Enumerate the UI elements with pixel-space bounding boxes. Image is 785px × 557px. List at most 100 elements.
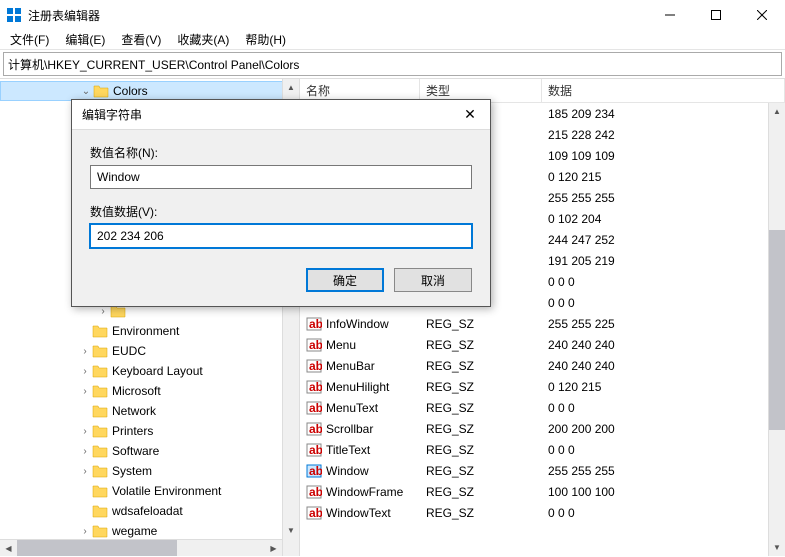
tree-expander[interactable]: › bbox=[78, 426, 92, 437]
edit-string-dialog: 编辑字符串 ✕ 数值名称(N): 数值数据(V): 确定 取消 bbox=[71, 99, 491, 307]
value-name: InfoWindow bbox=[326, 317, 389, 331]
value-data: 200 200 200 bbox=[548, 422, 615, 436]
window-title: 注册表编辑器 bbox=[28, 7, 647, 24]
list-row[interactable]: abWindowFrameREG_SZ100 100 100 bbox=[300, 481, 785, 502]
close-button[interactable] bbox=[739, 0, 785, 30]
menu-help[interactable]: 帮助(H) bbox=[245, 31, 286, 48]
menu-edit[interactable]: 编辑(E) bbox=[65, 31, 105, 48]
list-row[interactable]: abWindowTextREG_SZ0 0 0 bbox=[300, 502, 785, 523]
value-data: 109 109 109 bbox=[548, 149, 615, 163]
tree-item[interactable]: › Microsoft bbox=[0, 381, 299, 401]
scroll-down-button[interactable]: ▼ bbox=[769, 539, 785, 556]
tree-item[interactable]: › System bbox=[0, 461, 299, 481]
value-type: REG_SZ bbox=[426, 338, 474, 352]
tree-label: Environment bbox=[112, 324, 179, 338]
minimize-button[interactable] bbox=[647, 0, 693, 30]
value-name: MenuHilight bbox=[326, 380, 389, 394]
svg-text:ab: ab bbox=[309, 338, 322, 352]
scroll-thumb-h[interactable] bbox=[17, 540, 177, 556]
menu-favorites[interactable]: 收藏夹(A) bbox=[177, 31, 229, 48]
value-type: REG_SZ bbox=[426, 380, 474, 394]
tree-item[interactable]: ⌄Colors bbox=[0, 81, 299, 101]
value-data: 0 0 0 bbox=[548, 296, 575, 310]
tree-item[interactable]: › wegame bbox=[0, 521, 299, 541]
list-row[interactable]: abMenuTextREG_SZ0 0 0 bbox=[300, 397, 785, 418]
menu-bar: 文件(F) 编辑(E) 查看(V) 收藏夹(A) 帮助(H) bbox=[0, 30, 785, 50]
tree-scrollbar-horizontal[interactable]: ◀ ▶ bbox=[0, 539, 282, 556]
tree-expander[interactable]: › bbox=[78, 386, 92, 397]
tree-expander[interactable]: › bbox=[78, 446, 92, 457]
value-data: 191 205 219 bbox=[548, 254, 615, 268]
value-data: 255 255 225 bbox=[548, 317, 615, 331]
list-row[interactable]: abTitleTextREG_SZ0 0 0 bbox=[300, 439, 785, 460]
list-row[interactable]: abMenuBarREG_SZ240 240 240 bbox=[300, 355, 785, 376]
tree-expander[interactable]: › bbox=[78, 366, 92, 377]
tree-item[interactable]: Environment bbox=[0, 321, 299, 341]
tree-item[interactable]: Network bbox=[0, 401, 299, 421]
tree-label: System bbox=[112, 464, 152, 478]
value-name-field[interactable] bbox=[90, 165, 472, 189]
scroll-right-button[interactable]: ▶ bbox=[265, 540, 282, 556]
tree-label: wdsafeloadat bbox=[112, 504, 183, 518]
tree-item[interactable]: ›Keyboard Layout bbox=[0, 361, 299, 381]
value-data-field[interactable] bbox=[90, 224, 472, 248]
scroll-down-button[interactable]: ▼ bbox=[283, 522, 299, 539]
list-row[interactable]: abScrollbarREG_SZ200 200 200 bbox=[300, 418, 785, 439]
value-type: REG_SZ bbox=[426, 464, 474, 478]
tree-item[interactable]: › EUDC bbox=[0, 341, 299, 361]
svg-text:ab: ab bbox=[309, 485, 322, 499]
value-name: WindowFrame bbox=[326, 485, 403, 499]
cancel-button[interactable]: 取消 bbox=[394, 268, 472, 292]
dialog-titlebar: 编辑字符串 ✕ bbox=[72, 100, 490, 130]
scroll-left-button[interactable]: ◀ bbox=[0, 540, 17, 556]
value-name: MenuText bbox=[326, 401, 378, 415]
value-type: REG_SZ bbox=[426, 506, 474, 520]
ok-button[interactable]: 确定 bbox=[306, 268, 384, 292]
value-data: 0 120 215 bbox=[548, 170, 601, 184]
value-data: 240 240 240 bbox=[548, 359, 615, 373]
value-data: 0 0 0 bbox=[548, 401, 575, 415]
scroll-up-button[interactable]: ▲ bbox=[283, 79, 299, 96]
tree-expander[interactable]: ⌄ bbox=[79, 86, 93, 97]
menu-view[interactable]: 查看(V) bbox=[121, 31, 161, 48]
value-data: 240 240 240 bbox=[548, 338, 615, 352]
tree-expander[interactable]: › bbox=[78, 466, 92, 477]
tree-item[interactable]: ›Software bbox=[0, 441, 299, 461]
tree-item[interactable]: › Printers bbox=[0, 421, 299, 441]
value-data: 0 0 0 bbox=[548, 275, 575, 289]
tree-label: wegame bbox=[112, 524, 157, 538]
tree-item[interactable]: Volatile Environment bbox=[0, 481, 299, 501]
tree-label: EUDC bbox=[112, 344, 146, 358]
scroll-up-button[interactable]: ▲ bbox=[769, 103, 785, 120]
list-row[interactable]: abMenuHilightREG_SZ0 120 215 bbox=[300, 376, 785, 397]
address-bar[interactable]: 计算机\HKEY_CURRENT_USER\Control Panel\Colo… bbox=[3, 52, 782, 76]
value-type: REG_SZ bbox=[426, 443, 474, 457]
list-scrollbar-vertical[interactable]: ▲ ▼ bbox=[768, 103, 785, 556]
maximize-button[interactable] bbox=[693, 0, 739, 30]
value-type: REG_SZ bbox=[426, 401, 474, 415]
value-data: 0 120 215 bbox=[548, 380, 601, 394]
tree-label: Volatile Environment bbox=[112, 484, 221, 498]
value-data-label: 数值数据(V): bbox=[90, 203, 472, 220]
list-row[interactable]: abWindowREG_SZ255 255 255 bbox=[300, 460, 785, 481]
dialog-close-button[interactable]: ✕ bbox=[450, 106, 490, 123]
value-type: REG_SZ bbox=[426, 359, 474, 373]
value-data: 0 0 0 bbox=[548, 443, 575, 457]
value-data: 215 228 242 bbox=[548, 128, 615, 142]
menu-file[interactable]: 文件(F) bbox=[10, 31, 49, 48]
tree-expander[interactable]: › bbox=[96, 306, 110, 317]
svg-text:ab: ab bbox=[309, 317, 322, 331]
tree-label: Printers bbox=[112, 424, 153, 438]
list-row[interactable]: abInfoWindowREG_SZ255 255 225 bbox=[300, 313, 785, 334]
value-data: 244 247 252 bbox=[548, 233, 615, 247]
tree-label: Microsoft bbox=[112, 384, 161, 398]
list-row[interactable]: abMenuREG_SZ240 240 240 bbox=[300, 334, 785, 355]
svg-text:ab: ab bbox=[309, 422, 322, 436]
value-data: 100 100 100 bbox=[548, 485, 615, 499]
value-name: MenuBar bbox=[326, 359, 375, 373]
scroll-thumb[interactable] bbox=[769, 230, 785, 430]
tree-expander[interactable]: › bbox=[78, 526, 92, 537]
column-data[interactable]: 数据 bbox=[542, 79, 785, 102]
tree-item[interactable]: wdsafeloadat bbox=[0, 501, 299, 521]
tree-expander[interactable]: › bbox=[78, 346, 92, 357]
